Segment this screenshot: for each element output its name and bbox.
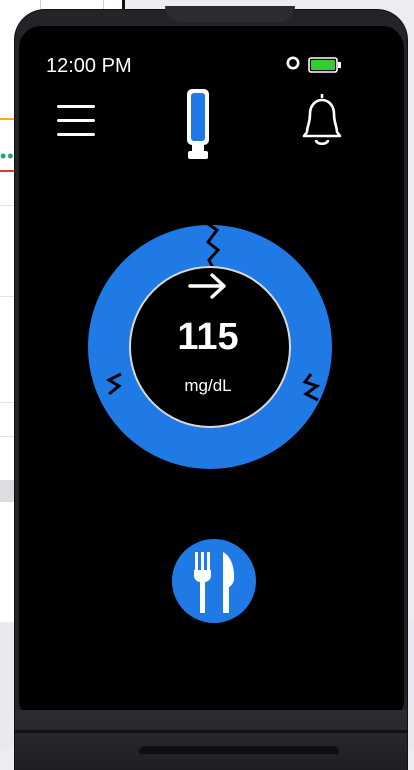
device-slot [139, 746, 339, 754]
device-chin [15, 710, 407, 770]
fork-knife-icon[interactable] [171, 538, 257, 624]
sensor-device-icon[interactable] [184, 87, 212, 161]
arrow-right-icon [188, 273, 226, 299]
glucose-unit: mg/dL [184, 376, 232, 395]
glucose-value: 115 [177, 316, 239, 358]
device-notch [165, 6, 295, 22]
sensor-status-ring-icon [286, 56, 300, 70]
battery-icon [308, 57, 341, 73]
background-top-strip [40, 0, 104, 10]
status-time: 12:00 PM [46, 55, 132, 77]
device-seam [15, 730, 407, 733]
menu-icon[interactable] [55, 95, 97, 140]
bell-icon[interactable] [295, 90, 349, 150]
